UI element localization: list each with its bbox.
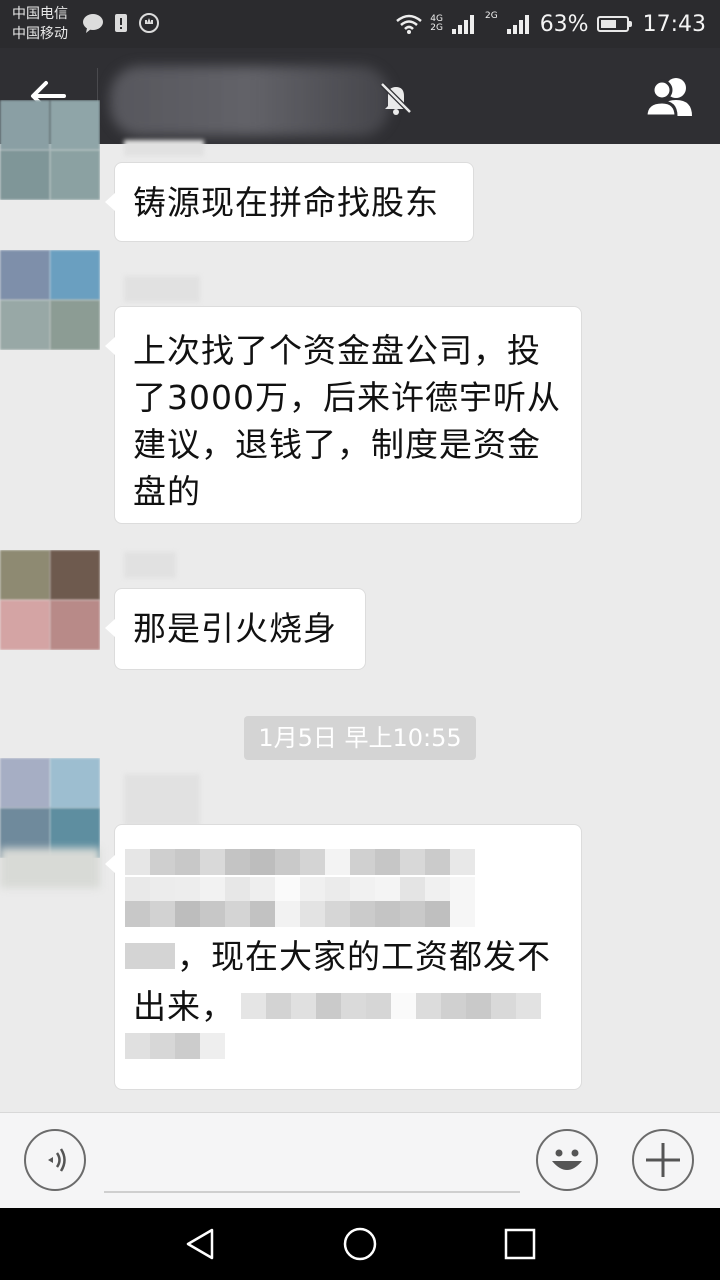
redacted-line <box>125 877 563 903</box>
message-text: 出来， <box>133 986 235 1026</box>
emoji-button[interactable] <box>536 1129 598 1191</box>
chat-bubble-icon <box>83 14 103 33</box>
nav-back-icon[interactable] <box>182 1226 218 1262</box>
battery-fill <box>600 20 616 28</box>
signal-2-icon <box>506 15 529 34</box>
status-right: 4G 2G 2G 63% 17:43 <box>396 0 706 48</box>
nickname-redacted <box>124 276 200 302</box>
message-line: 出来， <box>125 981 563 1031</box>
carrier-1: 中国电信 <box>12 6 68 22</box>
net-label-3: 2G <box>484 11 498 21</box>
message-text: 铸源现在拼命找股东 <box>133 183 439 222</box>
message-bubble[interactable]: 那是引火烧身 <box>105 588 366 670</box>
message-bubble[interactable]: 铸源现在拼命找股东 <box>105 162 474 242</box>
redacted-block <box>125 943 175 969</box>
nav-recents-icon[interactable] <box>502 1226 538 1262</box>
message-text: ，现在大家的工资都发不 <box>177 936 551 976</box>
shield-icon <box>139 13 159 33</box>
message-text: 那是引火烧身 <box>133 609 337 648</box>
net-label-2: 2G <box>430 23 443 33</box>
chat-title-redacted <box>110 66 390 136</box>
avatar[interactable] <box>0 250 100 350</box>
avatar[interactable] <box>0 550 100 650</box>
wifi-icon <box>396 14 423 34</box>
plus-icon <box>646 1143 680 1177</box>
voice-button[interactable] <box>24 1129 86 1191</box>
signal-1-icon <box>451 15 474 34</box>
nickname-redacted <box>124 774 200 826</box>
battery-percent: 63% <box>539 11 589 37</box>
avatar[interactable] <box>0 758 100 858</box>
voice-icon <box>48 1148 66 1172</box>
bell-off-icon <box>380 82 412 115</box>
avatar[interactable] <box>0 100 100 200</box>
avatar-blur <box>0 848 100 888</box>
message-bubble[interactable]: ，现在大家的工资都发不 出来， <box>105 824 582 1090</box>
emoji-icon <box>552 1149 582 1170</box>
message-line: ，现在大家的工资都发不 <box>125 931 563 981</box>
more-button[interactable] <box>632 1129 694 1191</box>
timestamp-divider: 1月5日 早上10:55 <box>244 716 476 760</box>
redacted-line <box>125 849 563 875</box>
nav-home-icon[interactable] <box>342 1226 378 1262</box>
message-text: 上次找了个资金盘公司，投了3000万，后来许德宇听从建议，退钱了，制度是资金盘的 <box>133 331 561 511</box>
sim-alert-icon <box>115 14 127 32</box>
redacted-line <box>125 1033 563 1059</box>
redacted-line <box>125 901 563 927</box>
nickname-redacted <box>124 140 204 156</box>
chat-input-bar <box>0 1112 720 1208</box>
status-bar: 中国电信 中国移动 4G 2G 2G 63% 17:43 <box>0 0 720 48</box>
battery-icon <box>596 16 632 32</box>
message-bubble[interactable]: 上次找了个资金盘公司，投了3000万，后来许德宇听从建议，退钱了，制度是资金盘的 <box>105 306 582 524</box>
carrier-labels: 中国电信 中国移动 <box>12 4 68 44</box>
redacted-line <box>241 993 541 1019</box>
nickname-redacted <box>124 552 176 578</box>
notification-icons <box>82 12 160 34</box>
group-icon[interactable] <box>642 74 698 118</box>
carrier-2: 中国移动 <box>12 26 68 42</box>
chat-header <box>0 48 720 144</box>
clock: 17:43 <box>642 11 706 37</box>
system-nav-bar <box>0 1208 720 1280</box>
message-input[interactable] <box>104 1191 520 1193</box>
net-type-labels: 4G 2G <box>430 15 443 33</box>
